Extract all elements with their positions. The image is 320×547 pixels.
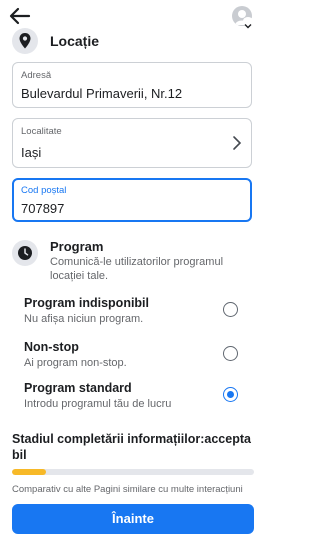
option-standard-program[interactable]: Program standard Introdu programul tău d… xyxy=(24,381,254,415)
option-description: Ai program non-stop. xyxy=(24,357,127,369)
address-field[interactable]: Adresă Bulevardul Primaverii, Nr.12 xyxy=(12,62,252,108)
chevron-down-icon[interactable] xyxy=(243,17,253,29)
postal-code-value[interactable]: 707897 xyxy=(21,201,64,216)
radio-button[interactable] xyxy=(223,346,238,361)
option-program-unavailable[interactable]: Program indisponibil Nu afișa niciun pro… xyxy=(24,296,254,330)
program-title: Program xyxy=(50,239,104,254)
radio-button-selected[interactable] xyxy=(223,387,238,402)
option-title: Program indisponibil xyxy=(24,296,150,310)
option-non-stop[interactable]: Non-stop Ai program non-stop. xyxy=(24,340,254,374)
next-button[interactable]: Înainte xyxy=(12,504,254,534)
option-description: Introdu programul tău de lucru xyxy=(24,398,172,410)
radio-button[interactable] xyxy=(223,302,238,317)
city-label: Localitate xyxy=(21,126,62,137)
postal-code-field[interactable]: Cod poștal 707897 xyxy=(12,178,252,222)
comparison-note: Comparativ cu alte Pagini similare cu mu… xyxy=(12,484,243,495)
program-description: Comunică-le utilizatorilor programul loc… xyxy=(50,256,224,282)
option-description: Nu afișa niciun program. xyxy=(24,313,144,325)
option-title: Program standard xyxy=(24,381,132,395)
location-section-header: Locație xyxy=(12,28,262,54)
option-title: Non-stop xyxy=(24,340,79,354)
completion-status: Stadiul completării informațiilor:accept… xyxy=(12,432,251,462)
city-field[interactable]: Localitate Iași xyxy=(12,118,252,168)
progress-fill xyxy=(12,469,46,475)
city-value[interactable]: Iași xyxy=(21,145,41,160)
address-label: Adresă xyxy=(21,70,52,81)
map-pin-icon xyxy=(12,28,38,54)
postal-code-label: Cod poștal xyxy=(21,185,67,196)
chevron-right-icon[interactable] xyxy=(231,135,243,151)
location-title: Locație xyxy=(50,33,100,49)
completion-progress-bar xyxy=(12,469,254,475)
back-arrow-icon[interactable] xyxy=(9,6,31,26)
address-value[interactable]: Bulevardul Primaverii, Nr.12 xyxy=(21,86,182,101)
clock-icon xyxy=(12,240,38,266)
